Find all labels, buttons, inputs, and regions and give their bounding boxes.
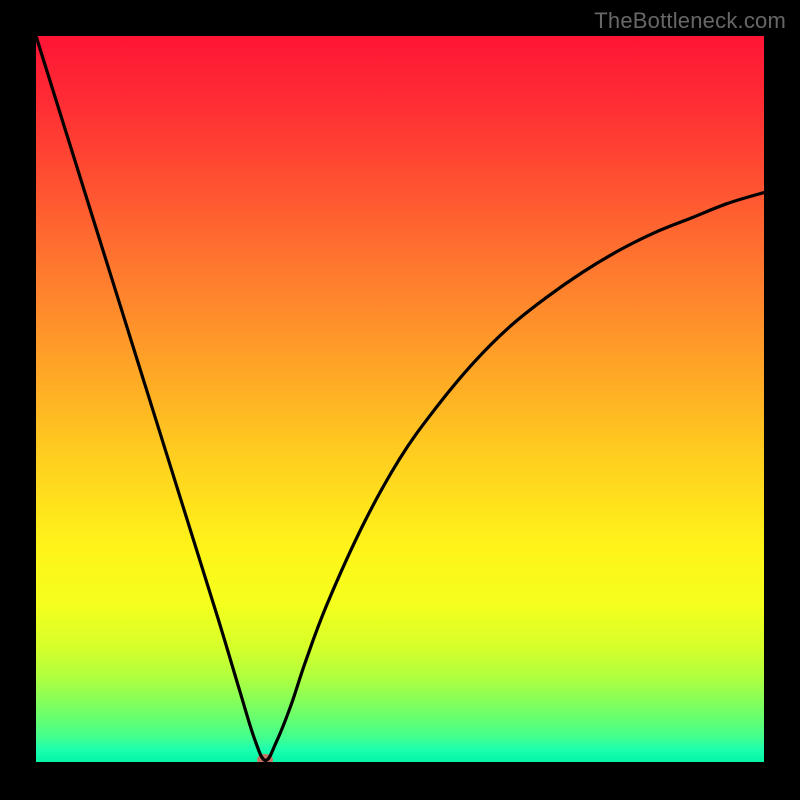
watermark-text: TheBottleneck.com <box>594 8 786 34</box>
plot-area <box>36 36 764 764</box>
chart-frame: TheBottleneck.com <box>0 0 800 800</box>
x-axis-line <box>36 762 764 764</box>
bottleneck-curve <box>36 36 764 764</box>
